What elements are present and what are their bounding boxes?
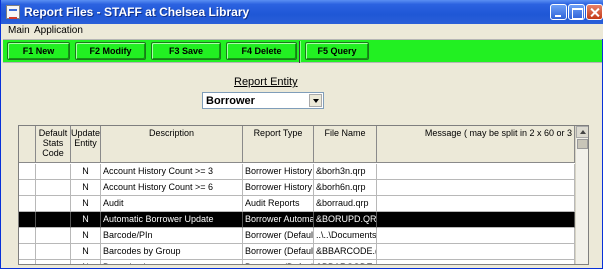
cell-message[interactable] xyxy=(377,164,575,180)
menu-bar: Main Application xyxy=(1,24,603,39)
cell-report-type[interactable]: Audit Reports xyxy=(243,196,314,212)
cell-update-entity[interactable]: N xyxy=(71,244,101,260)
cell-report-type[interactable]: Borrower Automa xyxy=(243,212,314,228)
cell-update-entity[interactable]: N xyxy=(71,228,101,244)
save-button[interactable]: F3 Save xyxy=(151,42,221,60)
menu-main[interactable]: Main xyxy=(8,25,30,36)
grid-vertical-scrollbar[interactable] xyxy=(575,126,588,264)
cell-report-type[interactable]: Borrower (Defaul xyxy=(243,228,314,244)
cell-default-stats-code[interactable] xyxy=(36,196,71,212)
row-indicator[interactable] xyxy=(19,196,36,212)
row-indicator-header xyxy=(19,126,36,163)
cell-default-stats-code[interactable] xyxy=(36,244,71,260)
query-button[interactable]: F5 Query xyxy=(305,42,369,60)
row-indicator[interactable] xyxy=(19,164,36,180)
chevron-down-icon[interactable] xyxy=(309,94,322,107)
row-indicator[interactable] xyxy=(19,260,36,264)
header-message[interactable]: Message ( may be split in 2 x 60 or 3 xyxy=(377,126,575,163)
row-indicator[interactable] xyxy=(19,212,36,228)
maximize-icon[interactable] xyxy=(568,4,585,20)
row-indicator[interactable] xyxy=(19,180,36,196)
close-icon[interactable] xyxy=(586,4,603,20)
cell-description[interactable]: Account History Count >= 6 xyxy=(101,180,243,196)
cell-description[interactable]: Audit xyxy=(101,196,243,212)
delete-button[interactable]: F4 Delete xyxy=(226,42,297,60)
report-files-grid: Default Stats Code Update Entity Descrip… xyxy=(18,125,589,265)
header-file-name[interactable]: File Name xyxy=(314,126,377,163)
cell-message[interactable] xyxy=(377,180,575,196)
report-entity-label: Report Entity xyxy=(234,76,298,88)
minimize-icon[interactable] xyxy=(550,4,567,20)
window-title: Report Files - STAFF at Chelsea Library xyxy=(24,5,250,19)
cell-message[interactable] xyxy=(377,228,575,244)
cell-description[interactable]: Barcodes by Group xyxy=(101,244,243,260)
cell-update-entity[interactable]: N xyxy=(71,164,101,180)
cell-update-entity[interactable]: N xyxy=(71,196,101,212)
cell-report-type[interactable]: Borrower History xyxy=(243,180,314,196)
new-button[interactable]: F1 New xyxy=(7,42,70,60)
header-description[interactable]: Description xyxy=(101,126,243,163)
cell-message[interactable] xyxy=(377,260,575,264)
function-key-toolbar: F1 New F2 Modify F3 Save F4 Delete F5 Qu… xyxy=(3,39,602,63)
header-default-stats-code[interactable]: Default Stats Code xyxy=(36,126,71,163)
cell-report-type[interactable]: Borrower (Defaul xyxy=(243,244,314,260)
cell-message[interactable] xyxy=(377,244,575,260)
cell-file-name[interactable]: ..\..\Documents xyxy=(314,228,377,244)
cell-update-entity[interactable]: N xyxy=(71,180,101,196)
report-entity-value: Borrower xyxy=(206,95,255,107)
cell-default-stats-code[interactable] xyxy=(36,212,71,228)
cell-description[interactable]: Account History Count >= 3 xyxy=(101,164,243,180)
report-files-icon[interactable] xyxy=(6,5,20,19)
cell-report-type[interactable]: Borrower (Defaul xyxy=(243,260,314,264)
cell-description[interactable]: Automatic Borrower Update xyxy=(101,212,243,228)
cell-default-stats-code[interactable] xyxy=(36,260,71,264)
main-content: Report Entity Borrower Default Stats Cod… xyxy=(3,65,602,267)
cell-description[interactable]: Barcode/PIn xyxy=(101,228,243,244)
report-entity-select[interactable]: Borrower xyxy=(202,92,324,109)
report-files-window: Report Files - STAFF at Chelsea Library … xyxy=(0,0,603,269)
cell-file-name[interactable]: &BORUPD.QR xyxy=(314,212,377,228)
row-indicator[interactable] xyxy=(19,228,36,244)
cell-report-type[interactable]: Borrower History xyxy=(243,164,314,180)
cell-file-name[interactable]: &BBARCODE.( xyxy=(314,244,377,260)
header-report-type[interactable]: Report Type xyxy=(243,126,314,163)
menu-application[interactable]: Application xyxy=(34,25,83,36)
cell-description[interactable]: Barcodes by name xyxy=(101,260,243,264)
title-bar: Report Files - STAFF at Chelsea Library xyxy=(1,0,603,24)
cell-default-stats-code[interactable] xyxy=(36,180,71,196)
cell-update-entity[interactable]: N xyxy=(71,212,101,228)
header-update-entity[interactable]: Update Entity xyxy=(71,126,101,163)
scrollbar-thumb[interactable] xyxy=(577,139,588,149)
cell-file-name[interactable]: &borraud.qrp xyxy=(314,196,377,212)
row-indicator[interactable] xyxy=(19,244,36,260)
cell-message[interactable] xyxy=(377,196,575,212)
toolbar-separator xyxy=(299,41,301,63)
cell-update-entity[interactable]: N xyxy=(71,260,101,264)
cell-default-stats-code[interactable] xyxy=(36,228,71,244)
modify-button[interactable]: F2 Modify xyxy=(75,42,146,60)
cell-default-stats-code[interactable] xyxy=(36,164,71,180)
scroll-up-arrow-icon[interactable] xyxy=(576,126,588,138)
cell-file-name[interactable]: &borh3n.qrp xyxy=(314,164,377,180)
cell-message[interactable] xyxy=(377,212,575,228)
cell-file-name[interactable]: &borh6n.qrp xyxy=(314,180,377,196)
cell-file-name[interactable]: &BBARCODE.( xyxy=(314,260,377,264)
